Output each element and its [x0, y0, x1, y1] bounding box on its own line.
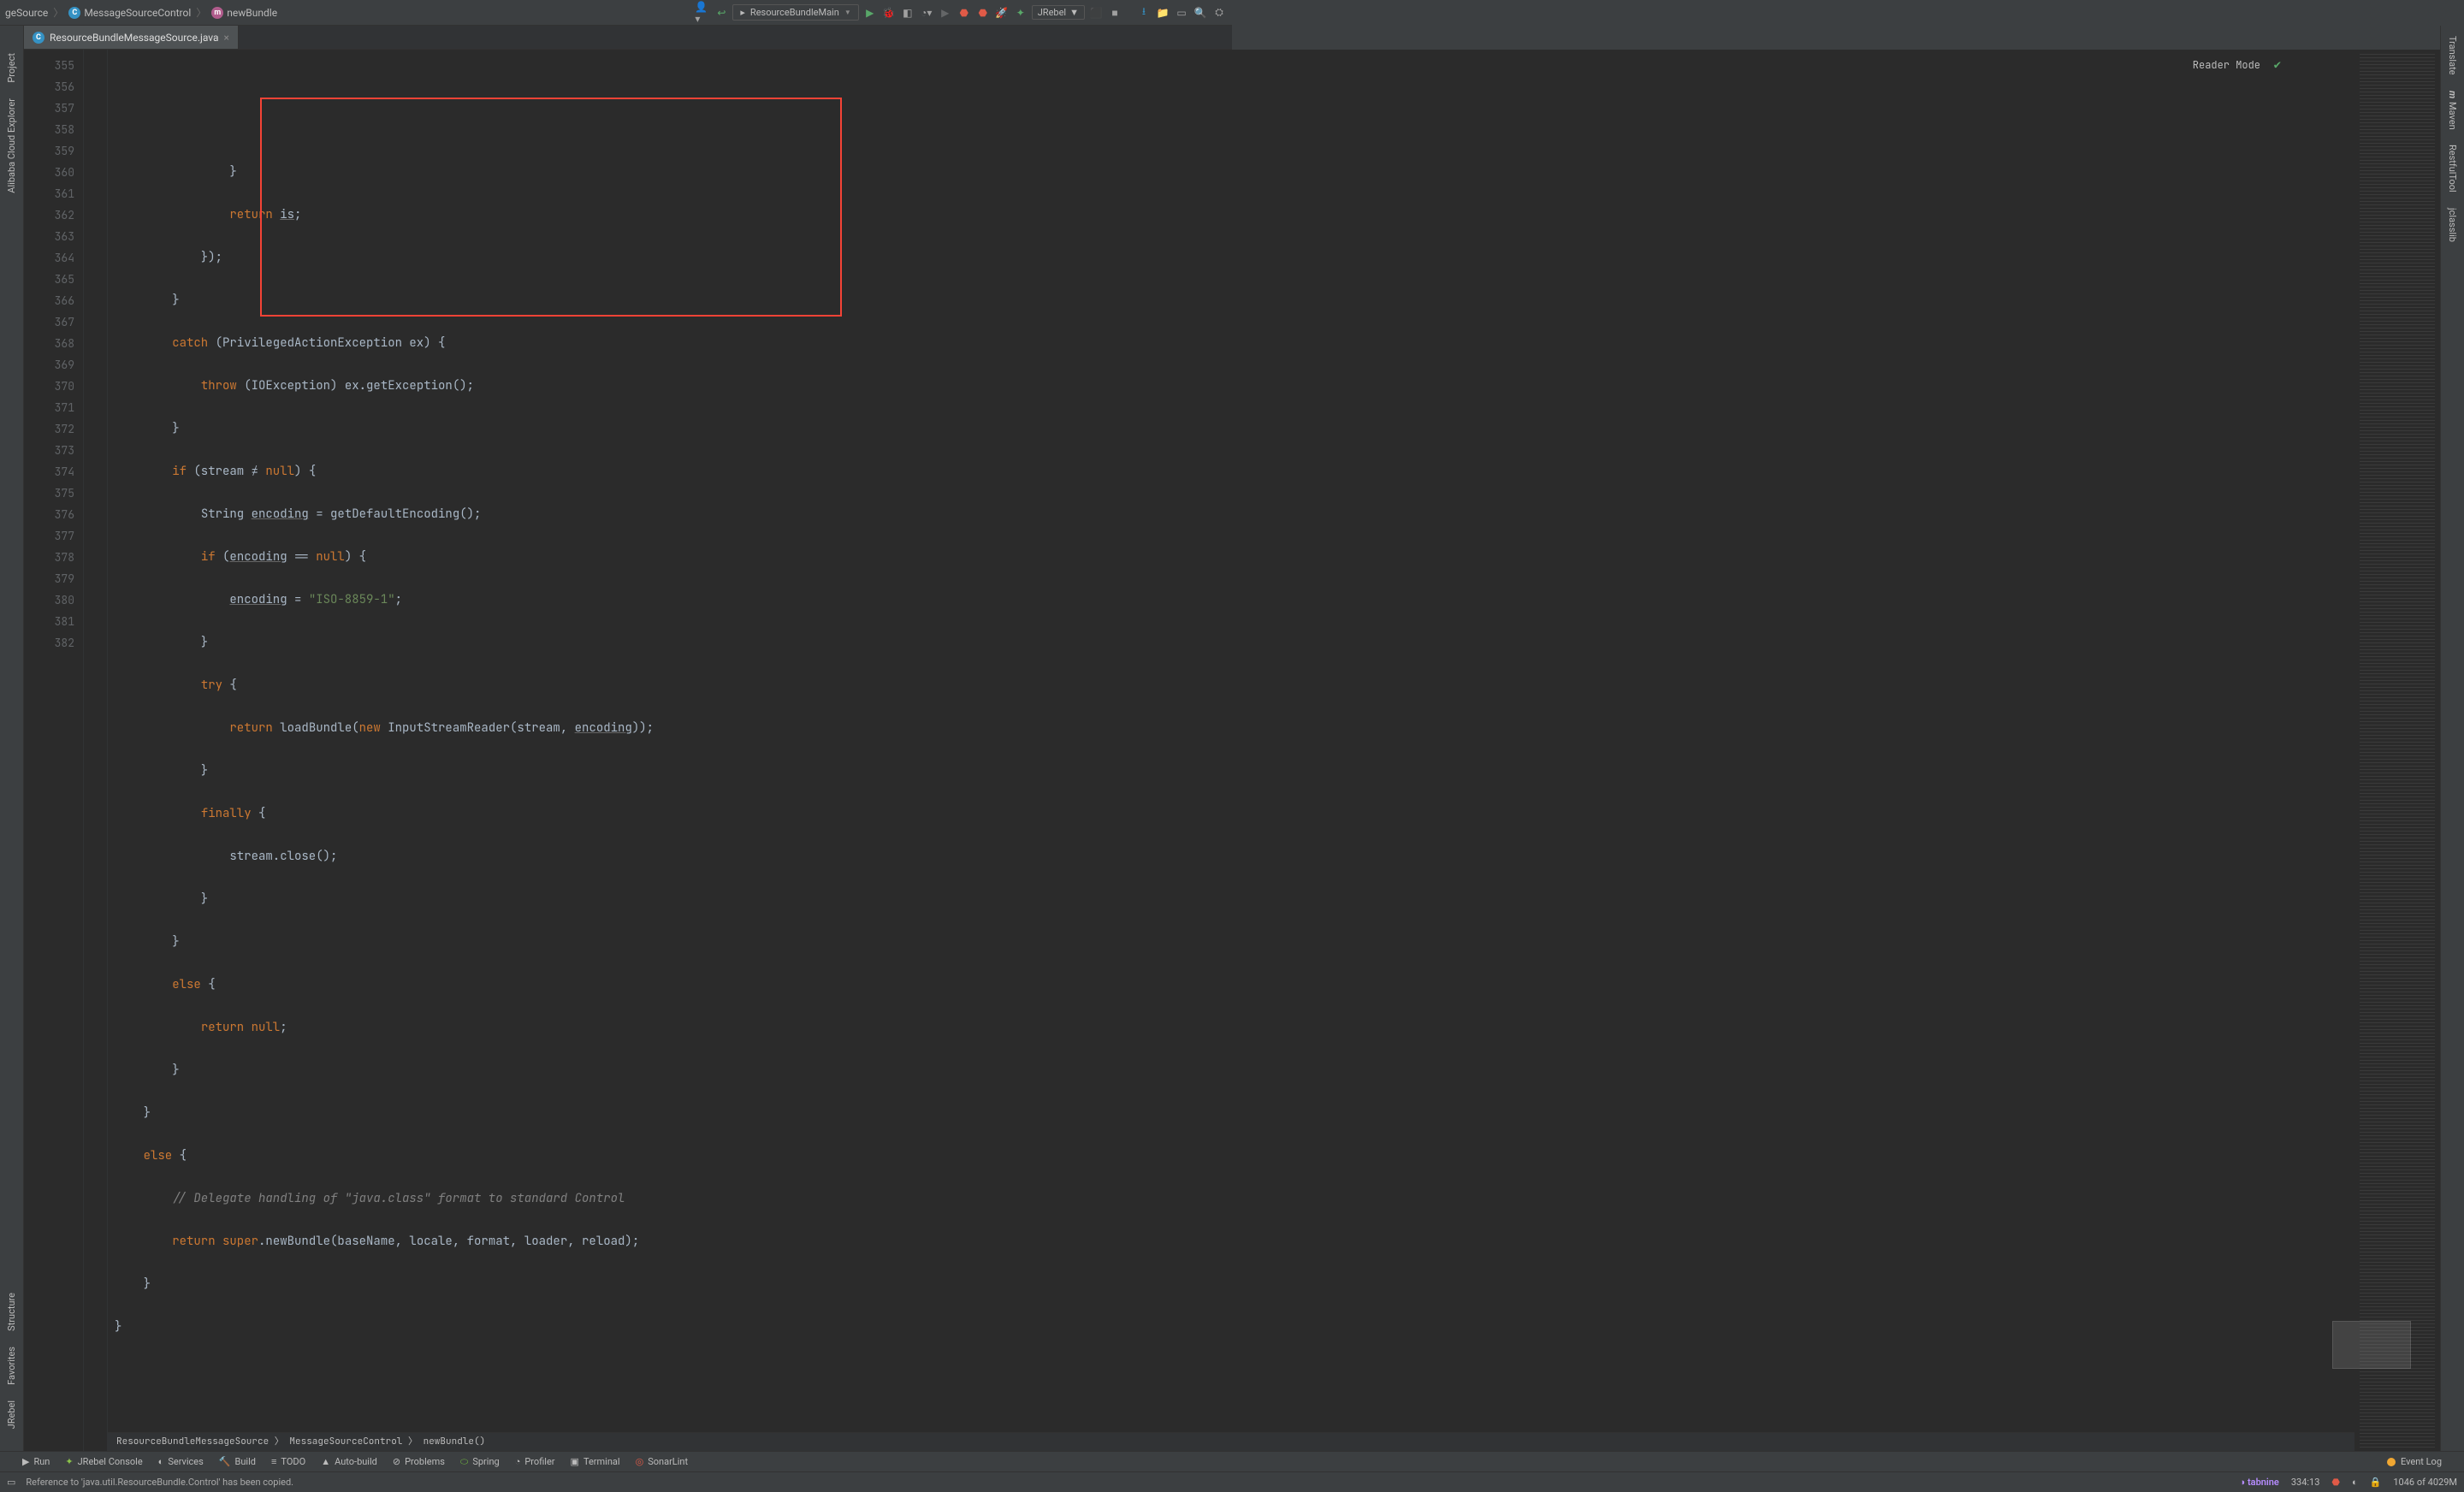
- tool-window-autobuild[interactable]: ▲Auto-build: [321, 1456, 377, 1467]
- hammer-icon: 🔨: [219, 1456, 231, 1467]
- tab-label: ResourceBundleMessageSource.java: [50, 32, 219, 44]
- settings-icon[interactable]: ⛭: [1211, 5, 1227, 21]
- tool-window-maven[interactable]: mMaven: [2447, 91, 2458, 130]
- search-everywhere-icon[interactable]: 🔍: [1193, 5, 1208, 21]
- status-bar: ▭ Reference to 'java.util.ResourceBundle…: [0, 1471, 2464, 1492]
- minimap[interactable]: [2354, 50, 2440, 1451]
- fold-gutter[interactable]: [84, 50, 108, 1451]
- run-disabled-icon: ▶: [938, 5, 953, 21]
- editor-tabs: C ResourceBundleMessageSource.java ×: [0, 26, 1232, 50]
- run-button[interactable]: ▶: [862, 5, 878, 21]
- power-save-icon[interactable]: ◐: [2352, 1477, 2358, 1488]
- breadcrumb-item[interactable]: geSource: [5, 7, 48, 19]
- tool-window-jrebel[interactable]: JRebel: [6, 1400, 17, 1429]
- tool-window-jclasslib[interactable]: jclasslib: [2447, 208, 2458, 242]
- debug-button[interactable]: 🐞: [881, 5, 897, 21]
- code-breadcrumb[interactable]: ResourceBundleMessageSource 〉 MessageSou…: [108, 1432, 2354, 1451]
- method-icon: m: [211, 7, 223, 19]
- chevron-down-icon: ▼: [844, 9, 851, 16]
- lock-icon[interactable]: 🔒: [2370, 1477, 2382, 1488]
- spring-icon: ⬭: [460, 1456, 468, 1468]
- run-configuration-selector[interactable]: ▸ ResourceBundleMain ▼: [732, 4, 858, 21]
- editor: 355356357358 359360361362 363364365366 3…: [24, 50, 2440, 1451]
- chevron-right-icon: 〉: [53, 5, 63, 20]
- tool-window-restfultool[interactable]: RestfulTool: [2447, 145, 2458, 192]
- jrebel-run-icon[interactable]: ⬣: [957, 5, 972, 21]
- tool-window-build[interactable]: 🔨Build: [219, 1456, 256, 1467]
- back-icon[interactable]: ↩: [714, 5, 729, 21]
- sonar-icon: ◎: [636, 1456, 644, 1467]
- tool-window-favorites[interactable]: Favorites: [6, 1347, 17, 1385]
- coverage-button[interactable]: ◧: [900, 5, 915, 21]
- reader-mode-label[interactable]: Reader Mode: [2193, 55, 2260, 76]
- minimap-viewport[interactable]: [2332, 1321, 2411, 1369]
- profile-button[interactable]: ◔▾: [919, 5, 934, 21]
- editor-tab-active[interactable]: C ResourceBundleMessageSource.java ×: [24, 26, 239, 49]
- tool-window-services[interactable]: ◐Services: [158, 1456, 204, 1467]
- tool-window-problems[interactable]: ⊘Problems: [393, 1456, 445, 1467]
- chevron-down-icon: ▼: [1069, 7, 1079, 18]
- tool-window-eventlog[interactable]: Event Log: [2387, 1456, 2442, 1467]
- warning-icon: ▲: [321, 1456, 330, 1467]
- indexing-icon[interactable]: ⬣: [2331, 1477, 2340, 1488]
- code-area[interactable]: Reader Mode ✔ } return is; }); } catch (…: [108, 50, 2354, 1451]
- caret-position[interactable]: 334:13: [2291, 1477, 2320, 1488]
- jrebel-icon: ✦: [65, 1456, 73, 1467]
- tool-window-run[interactable]: ▶Run: [22, 1456, 50, 1467]
- right-tool-rail: Translate mMaven RestfulTool jclasslib: [2440, 26, 2464, 1451]
- tool-window-alibaba-cloud[interactable]: Alibaba Cloud Explorer: [6, 98, 17, 193]
- folder-icon[interactable]: 📁: [1155, 5, 1170, 21]
- class-icon: C: [33, 32, 44, 44]
- notification-badge-icon: [2387, 1458, 2396, 1466]
- terminal-icon: ▣: [571, 1456, 579, 1467]
- list-icon: ≡: [271, 1456, 276, 1467]
- jrebel-debug-icon[interactable]: ⬣: [975, 5, 991, 21]
- navigation-breadcrumb: geSource 〉 C MessageSourceControl 〉 m ne…: [5, 5, 277, 20]
- tool-window-project[interactable]: Project: [6, 53, 17, 83]
- services-icon: ◐: [158, 1456, 164, 1467]
- tool-window-structure[interactable]: Structure: [6, 1293, 17, 1331]
- xrebel-icon[interactable]: ✦: [1013, 5, 1028, 21]
- tool-window-translate[interactable]: Translate: [2447, 36, 2458, 75]
- profiler-icon: ◔: [515, 1456, 521, 1467]
- breadcrumb-item[interactable]: m newBundle: [211, 7, 277, 19]
- tabnine-widget[interactable]: ◑ tabnine: [2240, 1477, 2279, 1488]
- tool-window-todo[interactable]: ≡TODO: [271, 1456, 305, 1467]
- stop-disabled-icon: ⬛: [1088, 5, 1104, 21]
- status-message: Reference to 'java.util.ResourceBundle.C…: [26, 1477, 293, 1488]
- error-icon: ⊘: [393, 1456, 400, 1467]
- user-icon[interactable]: 👤▾: [695, 5, 710, 21]
- play-icon: ▸: [740, 7, 745, 18]
- window-button-icon[interactable]: ▭: [7, 1477, 15, 1488]
- breadcrumb-item[interactable]: C MessageSourceControl: [68, 7, 191, 19]
- tool-window-sonarlint[interactable]: ◎SonarLint: [636, 1456, 688, 1467]
- jrebel-selector[interactable]: JRebel▼: [1032, 5, 1085, 20]
- tool-window-spring[interactable]: ⬭Spring: [460, 1456, 500, 1468]
- left-tool-rail: Project Alibaba Cloud Explorer Structure…: [0, 26, 24, 1451]
- bottom-tool-strip: ▶Run ✦JRebel Console ◐Services 🔨Build ≡T…: [0, 1451, 2464, 1471]
- tool-window-terminal[interactable]: ▣Terminal: [571, 1456, 620, 1467]
- inspection-ok-icon[interactable]: ✔: [2274, 55, 2281, 76]
- tool-window-profiler[interactable]: ◔Profiler: [515, 1456, 555, 1467]
- rocket-icon[interactable]: 🚀: [994, 5, 1010, 21]
- presentation-icon[interactable]: ▭: [1174, 5, 1189, 21]
- stop-button[interactable]: ■: [1107, 5, 1122, 21]
- class-icon: C: [68, 7, 80, 19]
- play-icon: ▶: [22, 1456, 29, 1467]
- memory-indicator[interactable]: 1046 of 4029M: [2393, 1477, 2457, 1488]
- line-number-gutter[interactable]: 355356357358 359360361362 363364365366 3…: [24, 50, 84, 1451]
- git-update-icon[interactable]: ⭳: [1136, 5, 1152, 21]
- chevron-right-icon: 〉: [196, 5, 206, 20]
- close-icon[interactable]: ×: [224, 32, 229, 44]
- main-toolbar: geSource 〉 C MessageSourceControl 〉 m ne…: [0, 0, 1232, 26]
- tool-window-jrebel-console[interactable]: ✦JRebel Console: [65, 1456, 142, 1467]
